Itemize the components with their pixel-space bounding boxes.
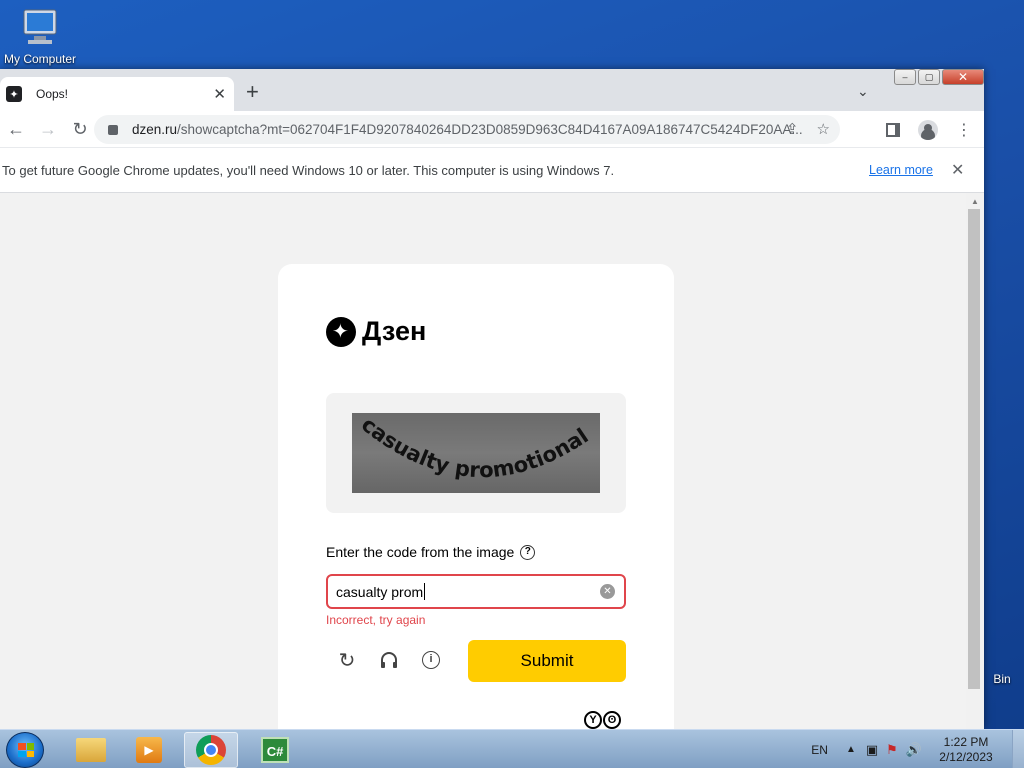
minimize-button[interactable]: – [894, 69, 916, 85]
infobar-message: To get future Google Chrome updates, you… [2, 162, 615, 178]
folder-icon [76, 738, 106, 762]
captcha-actions: ↻ i [336, 649, 442, 672]
recycle-bin-desktop-icon[interactable]: Bin [980, 632, 1024, 686]
show-hidden-icons-icon[interactable]: ▲ [846, 744, 856, 755]
error-message: Incorrect, try again [326, 613, 426, 627]
page-scrollbar[interactable]: ▲ [966, 193, 984, 729]
csharp-icon: C# [261, 737, 289, 763]
taskbar-media-player-button[interactable]: ▶ [122, 732, 176, 768]
my-computer-label: My Computer [3, 52, 77, 66]
submit-button[interactable]: Submit [468, 640, 626, 682]
window-close-button[interactable]: ✕ [942, 69, 984, 85]
clock[interactable]: 1:22 PM 2/12/2023 [930, 735, 1002, 765]
captcha-card: Дзен casualty promotional Enter the code… [278, 264, 674, 729]
yandex-brand-icons: Y ʘ [584, 711, 621, 729]
language-indicator[interactable]: EN [811, 743, 828, 757]
clear-input-icon[interactable]: ✕ [600, 584, 615, 599]
chrome-icon [196, 735, 226, 765]
lock-icon [108, 124, 118, 135]
system-tray: EN ▲ ▣ ⚑ 🔊 1:22 PM 2/12/2023 [811, 730, 1024, 768]
captcha-container: casualty promotional [326, 393, 626, 513]
computer-icon [18, 8, 62, 48]
learn-more-link[interactable]: Learn more [869, 163, 933, 177]
logo-text: Дзен [362, 316, 427, 346]
scroll-up-icon[interactable]: ▲ [966, 197, 984, 206]
window-controls: – ▢ ✕ [894, 69, 984, 87]
tab-strip: ✦ Oops! ✕ + ⌄ – ▢ ✕ [0, 69, 984, 111]
network-icon[interactable]: ▣ [866, 742, 878, 758]
svg-text:casualty promotional: casualty promotional [357, 413, 593, 482]
help-question-icon[interactable]: ? [520, 544, 536, 560]
scroll-thumb[interactable] [968, 209, 980, 689]
windows-logo-icon [18, 743, 34, 757]
url-path: /showcaptcha?mt=062704F1F4D9207840264DD2… [177, 122, 803, 137]
info-icon[interactable]: i [420, 649, 442, 671]
maximize-button[interactable]: ▢ [918, 69, 940, 85]
input-value: casualty prom [336, 583, 424, 600]
tab-oops[interactable]: ✦ Oops! ✕ [0, 77, 234, 111]
dzen-star-icon [326, 316, 356, 347]
taskbar-explorer-button[interactable] [64, 732, 118, 768]
captcha-image: casualty promotional [352, 413, 600, 493]
my-computer-desktop-icon[interactable]: My Computer [0, 8, 80, 66]
profile-avatar-icon[interactable] [918, 120, 938, 140]
text-caret [424, 583, 426, 600]
side-panel-icon[interactable] [886, 123, 900, 137]
infobar-close-icon[interactable]: ✕ [951, 160, 964, 180]
page-content: Дзен casualty promotional Enter the code… [0, 193, 966, 729]
refresh-icon[interactable]: ↻ [336, 649, 358, 672]
audio-headphones-icon[interactable] [378, 649, 400, 671]
update-infobar: To get future Google Chrome updates, you… [0, 148, 984, 193]
chrome-window: ✦ Oops! ✕ + ⌄ – ▢ ✕ ← → ↻ dzen.ru /showc… [0, 69, 984, 729]
bookmark-star-icon[interactable]: ☆ [817, 120, 830, 138]
windows-taskbar: ▶ C# EN ▲ ▣ ⚑ 🔊 1:22 PM 2/12/2023 [0, 729, 1024, 768]
forward-arrow-icon[interactable]: → [32, 119, 64, 140]
start-button[interactable] [6, 732, 44, 768]
prompt-text: Enter the code from the image [326, 544, 515, 560]
reload-icon[interactable]: ↻ [64, 119, 96, 140]
yandex-y-icon: Y [584, 711, 602, 729]
volume-icon[interactable]: 🔊 [906, 742, 922, 758]
taskbar-csharp-button[interactable]: C# [248, 732, 302, 768]
clock-date: 2/12/2023 [939, 749, 993, 764]
media-player-icon: ▶ [136, 737, 162, 763]
url-host: dzen.ru [132, 122, 178, 137]
tab-search-chevron-icon[interactable]: ⌄ [857, 83, 869, 100]
captcha-prompt: Enter the code from the image ? [326, 544, 536, 560]
dzen-logo: Дзен [326, 316, 426, 347]
taskbar-chrome-button[interactable] [184, 732, 238, 768]
captcha-input[interactable]: casualty prom ✕ [326, 574, 626, 609]
recycle-bin-label: Bin [993, 672, 1011, 686]
tab-title: Oops! [36, 87, 69, 101]
new-tab-button[interactable]: + [246, 81, 259, 103]
dzen-favicon-icon: ✦ [6, 86, 22, 102]
address-bar[interactable]: dzen.ru /showcaptcha?mt=062704F1F4D92078… [94, 115, 840, 144]
captcha-text: casualty promotional [357, 413, 593, 482]
show-desktop-button[interactable] [1012, 730, 1024, 768]
back-arrow-icon[interactable]: ← [0, 119, 32, 140]
share-icon[interactable]: ⇪ [786, 120, 799, 138]
yandex-smart-icon: ʘ [603, 711, 621, 729]
recycle-bin-icon [980, 632, 1024, 672]
browser-toolbar: ← → ↻ dzen.ru /showcaptcha?mt=062704F1F4… [0, 111, 984, 148]
action-center-flag-icon[interactable]: ⚑ [886, 742, 898, 758]
chrome-menu-icon[interactable]: ⋮ [956, 120, 972, 140]
tab-close-icon[interactable]: ✕ [213, 85, 226, 103]
clock-time: 1:22 PM [943, 734, 989, 749]
